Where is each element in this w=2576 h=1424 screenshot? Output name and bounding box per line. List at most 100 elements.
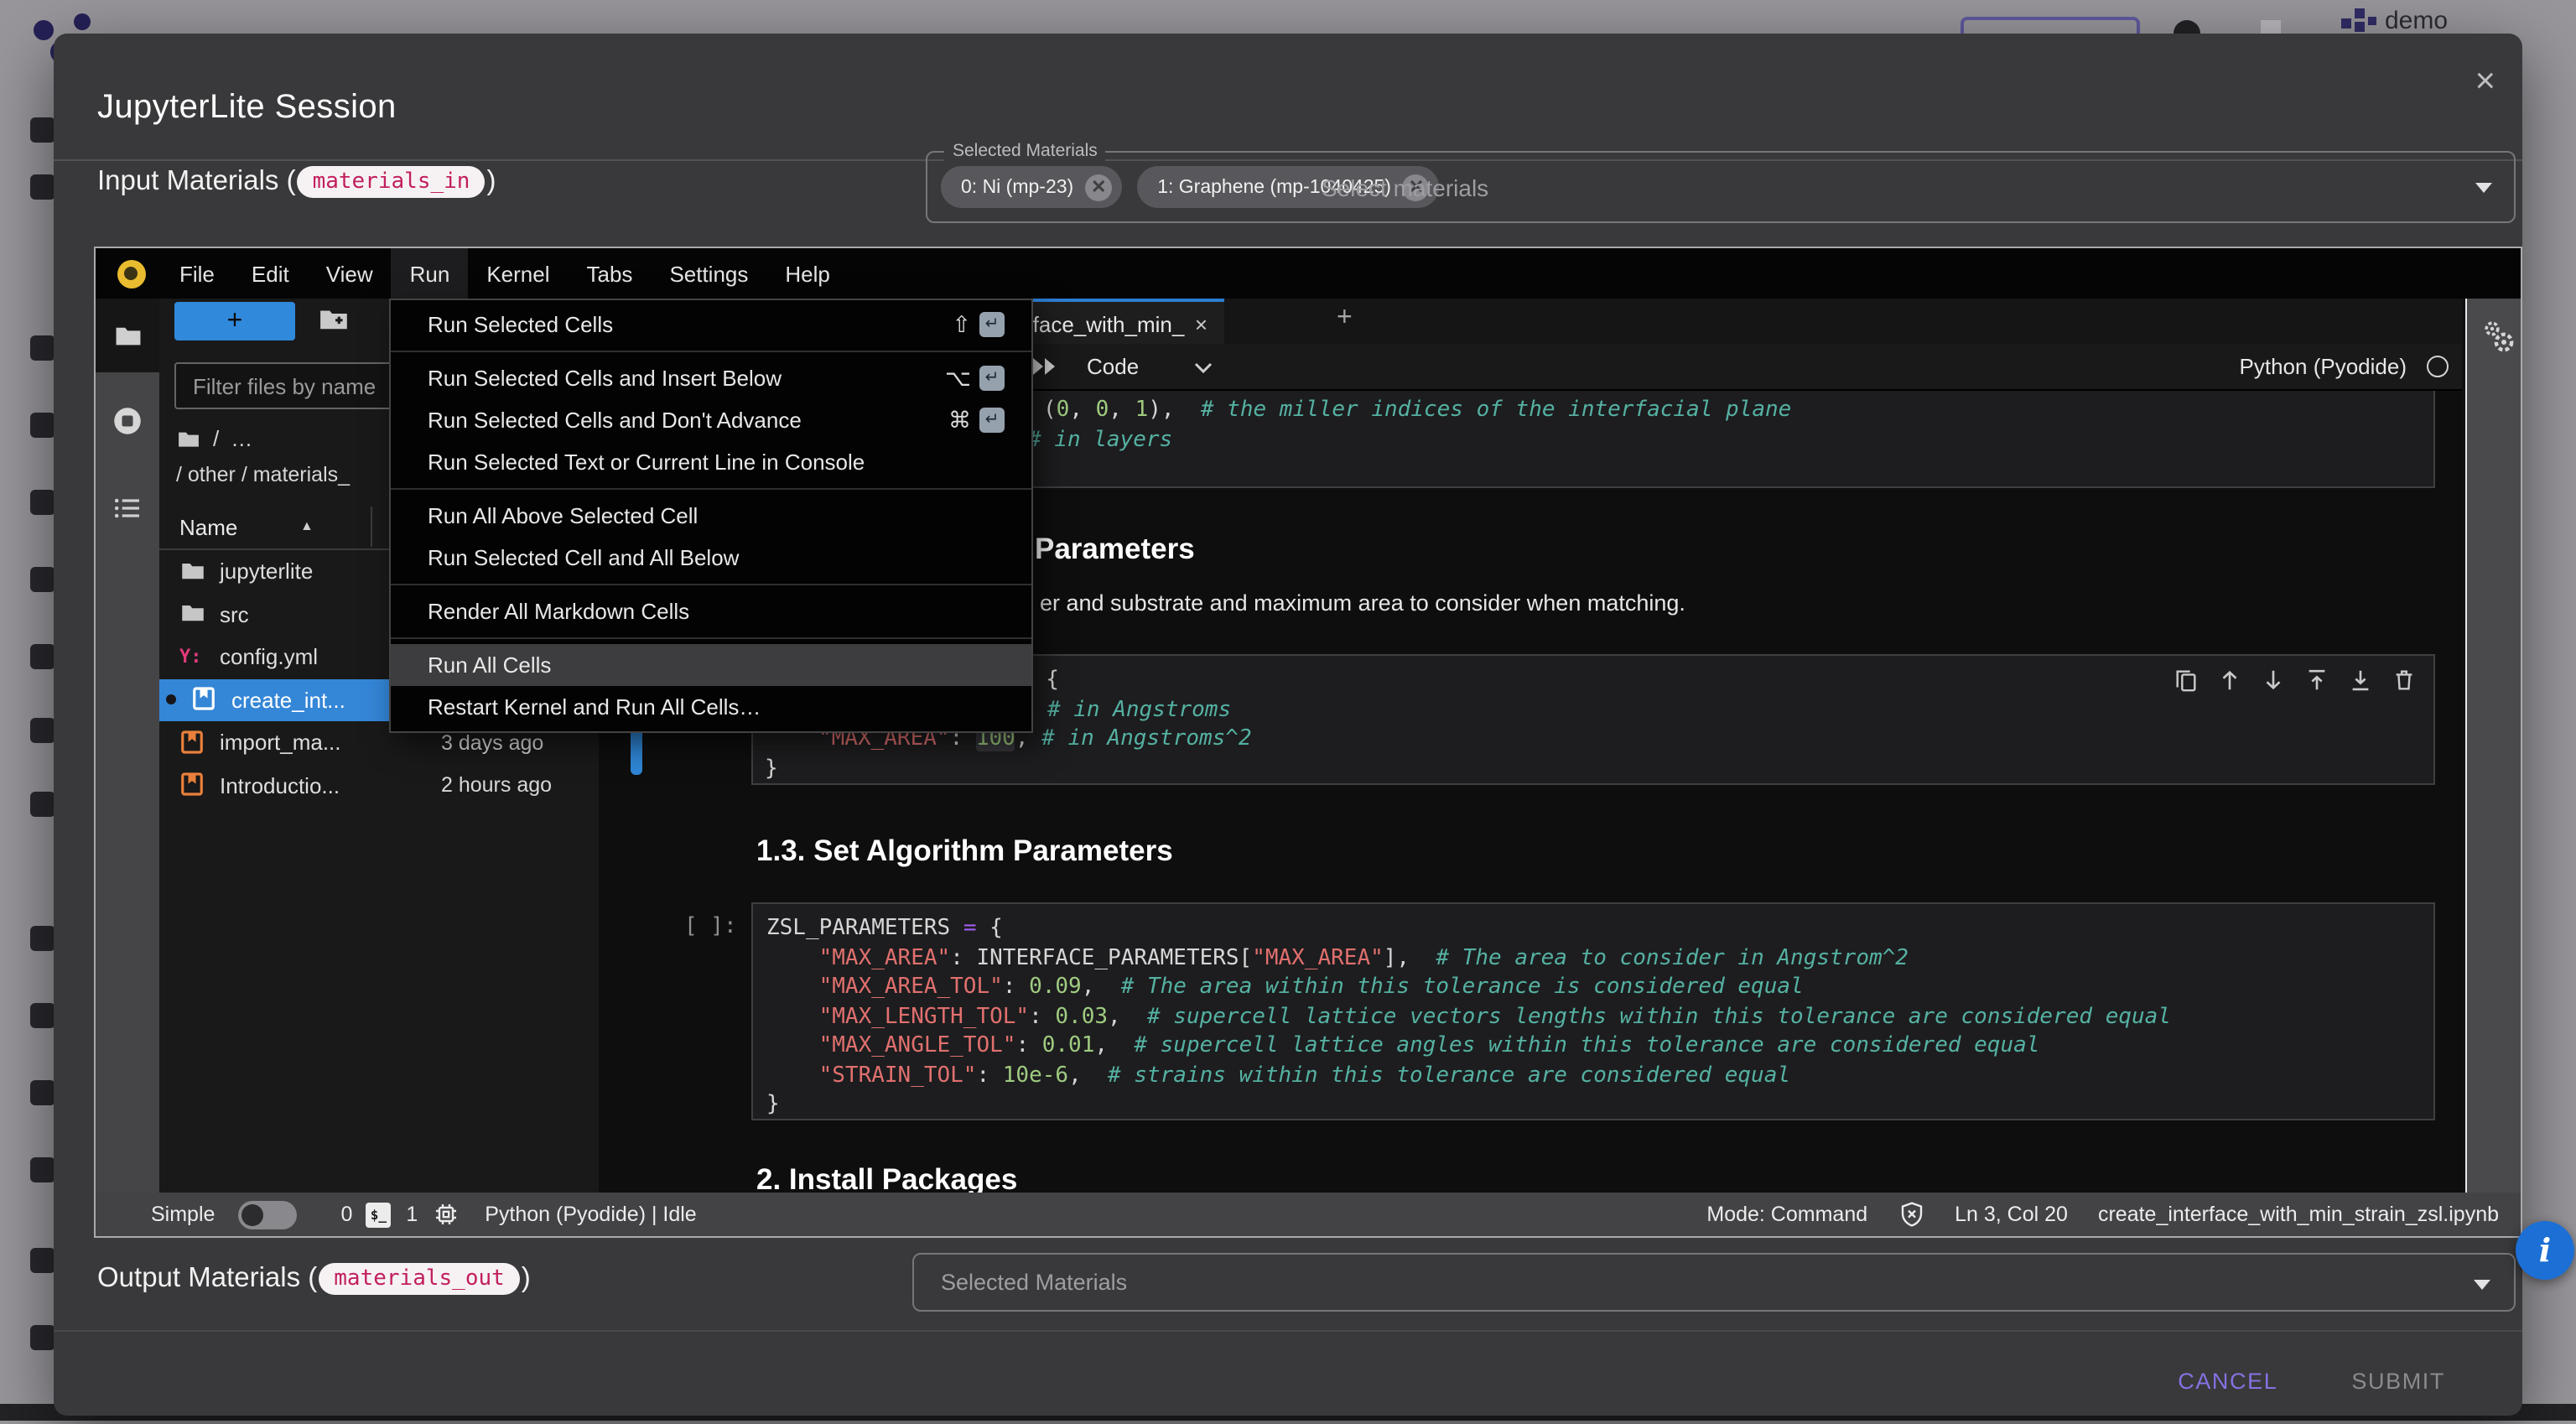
input-materials-suffix: ) [486, 166, 496, 198]
folder-icon [179, 559, 206, 585]
sidebar-tab-files[interactable] [96, 299, 159, 372]
home-folder-icon[interactable] [176, 427, 201, 450]
chevron-down-icon[interactable] [1194, 362, 1213, 374]
menu-tabs[interactable]: Tabs [569, 248, 652, 299]
file-name: config.yml [220, 645, 318, 670]
run-menu-item[interactable]: Render All Markdown Cells [391, 590, 1031, 632]
yaml-file-icon: Y: [179, 647, 206, 668]
terminal-icon[interactable]: $_ [366, 1202, 391, 1227]
bg-sidebar-icon [30, 1325, 55, 1350]
shortcut: ⇧↵ [952, 311, 1005, 338]
kernel-chip-icon[interactable] [433, 1201, 460, 1228]
close-icon[interactable]: × [2475, 64, 2496, 99]
output-materials-prefix: Output Materials ( [97, 1263, 317, 1295]
menu-bar: FileEditViewRunKernelTabsSettingsHelp [96, 248, 2521, 299]
bg-sidebar-icon [30, 1080, 55, 1105]
code-line: "MAX_AREA": INTERFACE_PARAMETERS["MAX_AR… [766, 943, 1909, 973]
chevron-down-icon[interactable] [2474, 1280, 2490, 1290]
mode-indicator[interactable]: Mode: Command [1706, 1203, 1867, 1226]
kernel-count[interactable]: 1 [406, 1203, 418, 1226]
toggle-knob [242, 1203, 263, 1225]
statusbar-filename[interactable]: create_interface_with_min_strain_zsl.ipy… [2098, 1203, 2499, 1226]
menu-file[interactable]: File [161, 248, 233, 299]
select-materials-placeholder: Select materials [1322, 174, 1488, 201]
terminal-count[interactable]: 0 [340, 1203, 352, 1226]
menu-item-label: Run Selected Cell and All Below [428, 545, 739, 570]
run-menu-item[interactable]: Run Selected Cells⇧↵ [391, 304, 1031, 346]
code-line: # in layers [1028, 425, 1172, 455]
cell-toolbar [2174, 668, 2417, 693]
column-divider [371, 507, 372, 547]
run-menu-item[interactable]: Run Selected Text or Current Line in Con… [391, 441, 1031, 483]
code-line: "MAX_ANGLE_TOL": 0.01, # supercell latti… [766, 1032, 2039, 1061]
bg-sidebar-icon [30, 490, 55, 515]
run-all-icon[interactable] [1031, 356, 1058, 377]
bg-app-logo [34, 20, 54, 40]
move-cell-down-icon[interactable] [2261, 668, 2286, 693]
cell-type-select[interactable]: Code [1087, 354, 1139, 379]
bg-app-logo [74, 13, 91, 30]
breadcrumb-ellipsis[interactable]: … [231, 426, 252, 451]
insert-cell-below-icon[interactable] [2348, 668, 2373, 693]
kernel-name[interactable]: Python (Pyodide) [2240, 354, 2407, 379]
duplicate-cell-icon[interactable] [2174, 668, 2199, 693]
bg-user-label: demo [2385, 7, 2448, 35]
breadcrumb[interactable]: / … [176, 426, 252, 451]
property-inspector-gear-icon[interactable] [2479, 319, 2519, 359]
code-line: "STRAIN_TOL": 10e-6, # strains within th… [766, 1061, 1790, 1090]
code-line: } [766, 1090, 780, 1120]
trust-shield-icon[interactable] [1898, 1201, 1924, 1228]
info-button[interactable]: i [2516, 1221, 2574, 1280]
tab-close-icon[interactable]: × [1195, 312, 1208, 337]
shortcut: ⌥↵ [945, 365, 1005, 392]
jupyterlite-session-modal: JupyterLite Session × Input Materials (m… [54, 34, 2522, 1416]
run-menu-item[interactable]: Run All Above Selected Cell [391, 495, 1031, 537]
delete-cell-icon[interactable] [2392, 668, 2417, 693]
return-key-icon: ↵ [979, 312, 1005, 337]
running-sessions-icon[interactable] [112, 406, 143, 436]
sort-asc-icon[interactable]: ▲ [300, 518, 314, 533]
menu-item-label: Run Selected Cells and Don't Advance [428, 408, 802, 433]
menu-separator [391, 351, 1031, 352]
modal-footer: CANCEL SUBMIT [54, 1345, 2522, 1416]
submit-button[interactable]: SUBMIT [2351, 1368, 2445, 1393]
cell-prompt: [ ]: [684, 914, 737, 939]
menu-help[interactable]: Help [766, 248, 849, 299]
menu-run[interactable]: Run [392, 248, 469, 299]
breadcrumb-root[interactable]: / [213, 426, 219, 451]
new-tab-button[interactable]: + [1337, 304, 1353, 334]
move-cell-up-icon[interactable] [2217, 668, 2242, 693]
notebook-file-icon [191, 687, 218, 714]
cancel-button[interactable]: CANCEL [2178, 1368, 2277, 1393]
menu-edit[interactable]: Edit [233, 248, 308, 299]
selected-materials-input[interactable]: Selected Materials 0: Ni (mp-23)✕1: Grap… [926, 151, 2516, 223]
code-cell[interactable]: ZSL_PARAMETERS = { "MAX_AREA": INTERFACE… [751, 902, 2435, 1120]
cursor-position[interactable]: Ln 3, Col 20 [1955, 1203, 2068, 1226]
table-of-contents-icon[interactable] [112, 493, 143, 523]
run-menu-item[interactable]: Run All Cells [391, 644, 1031, 686]
menu-settings[interactable]: Settings [651, 248, 766, 299]
bg-sidebar-icon [30, 1248, 55, 1273]
menu-kernel[interactable]: Kernel [468, 248, 568, 299]
menu-view[interactable]: View [308, 248, 392, 299]
chip-remove-icon[interactable]: ✕ [1085, 174, 1112, 200]
run-menu-item[interactable]: Run Selected Cell and All Below [391, 537, 1031, 579]
file-row[interactable]: Introductio...2 hours ago [159, 764, 599, 807]
output-select-placeholder: Selected Materials [941, 1270, 1127, 1295]
simple-mode-toggle[interactable] [238, 1200, 297, 1229]
material-chip[interactable]: 0: Ni (mp-23)✕ [941, 166, 1122, 208]
output-materials-select[interactable]: Selected Materials [912, 1253, 2516, 1312]
modifier-key-icon: ⇧ [952, 311, 971, 338]
bg-sidebar-icon [30, 718, 55, 743]
new-folder-icon[interactable] [319, 305, 351, 334]
kernel-status-text[interactable]: Python (Pyodide) | Idle [485, 1203, 696, 1226]
new-launcher-button[interactable]: + [174, 302, 295, 340]
chevron-down-icon[interactable] [2475, 183, 2492, 193]
kernel-status-icon[interactable] [2427, 356, 2449, 377]
run-menu-item[interactable]: Run Selected Cells and Insert Below⌥↵ [391, 357, 1031, 399]
insert-cell-above-icon[interactable] [2304, 668, 2329, 693]
name-column-header[interactable]: Name [179, 515, 237, 540]
run-menu-item[interactable]: Run Selected Cells and Don't Advance⌘↵ [391, 399, 1031, 441]
materials-in-code: materials_in [298, 166, 486, 198]
run-menu-item[interactable]: Restart Kernel and Run All Cells… [391, 686, 1031, 728]
